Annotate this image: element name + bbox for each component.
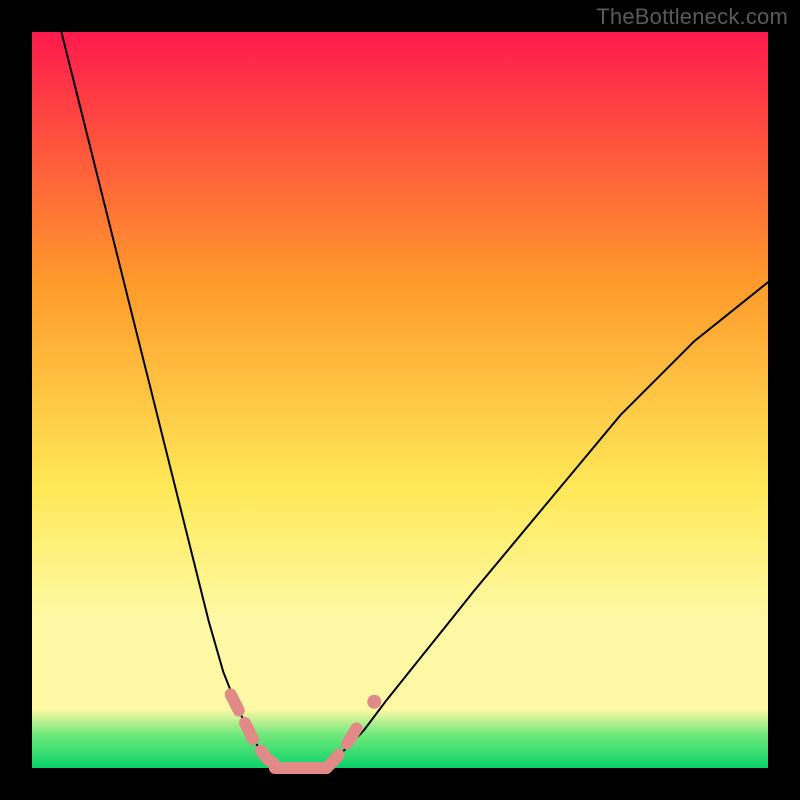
chart-stage: TheBottleneck.com	[0, 0, 800, 800]
watermark-text: TheBottleneck.com	[596, 4, 788, 30]
chart-background	[32, 32, 768, 768]
chart-canvas	[0, 0, 800, 800]
series-dot-right	[367, 695, 381, 709]
